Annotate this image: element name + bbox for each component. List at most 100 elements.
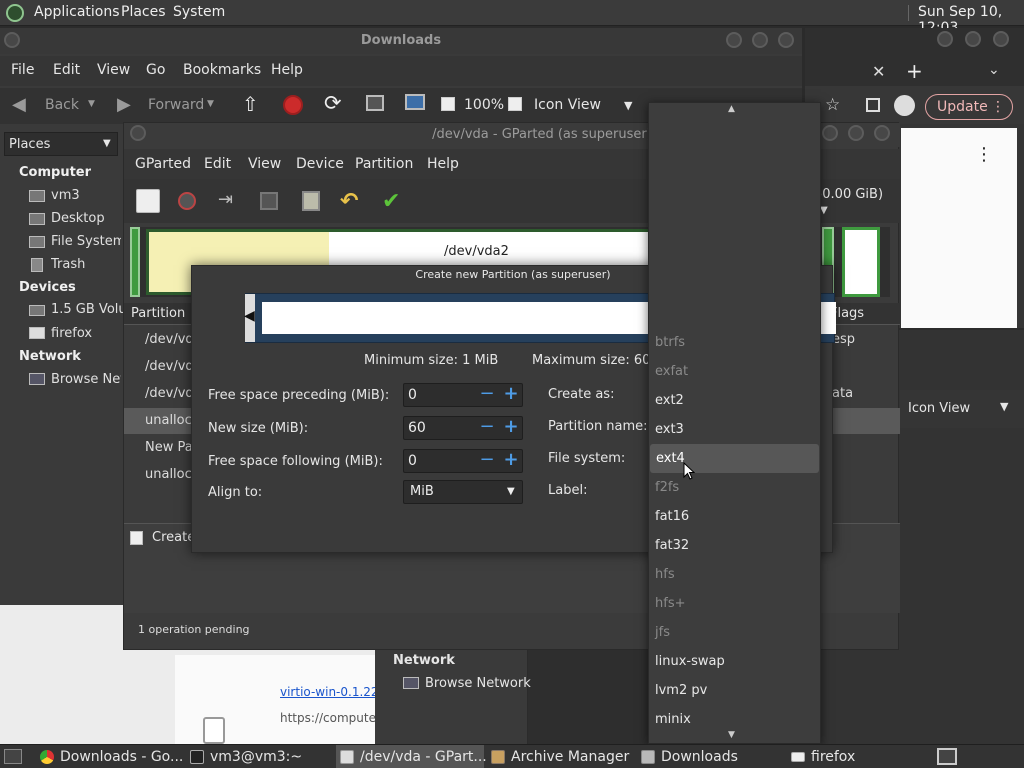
menu-help[interactable]: Help — [427, 156, 459, 172]
menu-view[interactable]: View — [248, 156, 281, 172]
menu-partition[interactable]: Partition — [355, 156, 413, 172]
column-partition[interactable]: Partition — [131, 306, 185, 321]
decrement-button[interactable]: − — [476, 385, 498, 405]
dropdown-item-ext2[interactable]: ext2 — [649, 386, 820, 415]
following-spinbox[interactable]: 0 − + — [403, 449, 523, 473]
task-archive-manager[interactable]: Archive Manager — [487, 745, 635, 768]
dropdown-item-fat32[interactable]: fat32 — [649, 531, 820, 560]
partition-block-vda4[interactable] — [842, 227, 880, 297]
newsize-spinbox[interactable]: 60 − + — [403, 416, 523, 440]
home-icon[interactable] — [366, 95, 384, 111]
sidebar-item-desktop[interactable]: Desktop — [51, 211, 121, 226]
menu-go[interactable]: Go — [146, 62, 165, 78]
dropdown-item-ext4[interactable]: ext4 — [650, 444, 819, 473]
back-button[interactable]: ◀ Back ▼ — [10, 94, 105, 118]
partition-block-vda1[interactable] — [130, 227, 140, 297]
file-system-dropdown[interactable]: ▲ btrfs exfat ext2 ext3 ext4 f2fs fat16 … — [648, 102, 821, 744]
increment-button[interactable]: + — [500, 385, 522, 405]
menu-help[interactable]: Help — [271, 62, 303, 78]
copy-icon[interactable] — [260, 192, 278, 210]
dropdown-item-linux-swap[interactable]: linux-swap — [649, 647, 820, 676]
task-downloads-folder[interactable]: Downloads — [637, 745, 785, 768]
scroll-up-arrow-icon[interactable]: ▲ — [728, 104, 735, 114]
workspace-switcher-icon[interactable] — [937, 748, 957, 765]
sidebar-item-trash[interactable]: Trash — [51, 257, 121, 272]
close-tab-icon[interactable]: ✕ — [872, 62, 885, 81]
undo-icon[interactable]: ↶ — [340, 189, 364, 214]
new-tab-icon[interactable]: + — [906, 59, 923, 83]
delete-icon[interactable] — [178, 192, 196, 210]
paste-icon[interactable] — [302, 191, 320, 211]
chevron-down-icon[interactable]: ▼ — [624, 99, 632, 112]
close-button[interactable] — [778, 32, 794, 48]
menu-edit[interactable]: Edit — [204, 156, 231, 172]
minimize-button[interactable] — [726, 32, 742, 48]
preceding-spinbox[interactable]: 0 − + — [403, 383, 523, 407]
stop-icon[interactable] — [283, 95, 303, 115]
distro-logo-icon[interactable] — [6, 4, 24, 22]
file-manager-titlebar[interactable]: Downloads — [0, 28, 802, 54]
download-link[interactable]: virtio-win-0.1.22 — [280, 685, 379, 699]
menu-gparted[interactable]: GParted — [135, 156, 191, 172]
show-desktop-button[interactable] — [4, 749, 22, 764]
sidebar-item-firefox[interactable]: firefox — [51, 326, 121, 341]
bookmark-star-icon[interactable]: ☆ — [825, 95, 840, 115]
maximize-button[interactable] — [752, 32, 768, 48]
reload-icon[interactable]: ⟳ — [324, 91, 342, 115]
apply-icon[interactable]: ✔ — [382, 189, 406, 214]
decrement-button[interactable]: − — [476, 418, 498, 438]
align-combo[interactable]: MiB ▼ — [403, 480, 523, 504]
decrement-button[interactable]: − — [476, 451, 498, 471]
close-button[interactable] — [993, 31, 1009, 47]
side-panel-icon[interactable] — [866, 98, 880, 112]
forward-button[interactable]: ▶ Forward ▼ — [115, 94, 225, 118]
maximize-button[interactable] — [848, 125, 864, 141]
zoom-in-icon[interactable] — [508, 97, 522, 111]
task-terminal[interactable]: vm3@vm3:~ — [186, 745, 334, 768]
update-button[interactable]: Update ⋮ — [925, 94, 1013, 120]
computer-icon[interactable] — [405, 94, 425, 110]
new-partition-icon[interactable] — [136, 189, 160, 213]
system-menu[interactable]: System — [173, 4, 225, 20]
menu-view[interactable]: View — [97, 62, 130, 78]
tab-list-chevron-icon[interactable]: ⌄ — [988, 62, 1000, 78]
close-button[interactable] — [874, 125, 890, 141]
scroll-down-arrow-icon[interactable]: ▼ — [728, 730, 735, 740]
chevron-down-icon[interactable]: ▼ — [1000, 400, 1008, 413]
menu-device[interactable]: Device — [296, 156, 344, 172]
increment-button[interactable]: + — [500, 451, 522, 471]
minimize-button[interactable] — [822, 125, 838, 141]
dropdown-item-lvm2-pv[interactable]: lvm2 pv — [649, 676, 820, 705]
dropdown-item-ext3[interactable]: ext3 — [649, 415, 820, 444]
profile-avatar-icon[interactable] — [894, 95, 915, 116]
sidebar-item-volume[interactable]: 1.5 GB Volume — [51, 302, 123, 317]
window-menu-button[interactable] — [130, 125, 146, 141]
places-selector[interactable]: Places ▼ — [4, 132, 118, 156]
menu-edit[interactable]: Edit — [53, 62, 80, 78]
sidebar-item-browse-network[interactable]: Browse Network — [51, 372, 121, 387]
device-selector[interactable]: 50.00 GiB) ▼ — [814, 187, 900, 216]
menu-file[interactable]: File — [11, 62, 34, 78]
view-mode-label[interactable]: Icon View — [908, 401, 970, 416]
browse-network-item[interactable]: Browse Network — [403, 676, 531, 694]
zoom-out-icon[interactable] — [441, 97, 455, 111]
applications-menu[interactable]: Applications — [34, 4, 120, 20]
sidebar-item-vm3[interactable]: vm3 — [51, 188, 121, 203]
menu-bookmarks[interactable]: Bookmarks — [183, 62, 261, 78]
minimize-button[interactable] — [937, 31, 953, 47]
operation-item[interactable]: Create — [152, 530, 195, 545]
maximize-button[interactable] — [965, 31, 981, 47]
task-firefox[interactable]: firefox — [787, 745, 927, 768]
task-gparted[interactable]: /dev/vda - GPart... — [336, 745, 487, 768]
increment-button[interactable]: + — [500, 418, 522, 438]
resize-move-icon[interactable]: ⇥ — [218, 189, 242, 213]
page-menu-icon[interactable]: ⋮ — [975, 144, 993, 165]
places-menu[interactable]: Places — [121, 4, 166, 20]
dropdown-item-fat16[interactable]: fat16 — [649, 502, 820, 531]
view-mode-combo[interactable]: Icon View — [534, 97, 601, 113]
up-icon[interactable]: ⇧ — [242, 92, 259, 116]
window-menu-button[interactable] — [4, 32, 20, 48]
sidebar-item-file-system[interactable]: File System — [51, 234, 121, 249]
update-label: Update — [937, 99, 988, 115]
task-downloads-chrome[interactable]: Downloads - Go... — [36, 745, 184, 768]
